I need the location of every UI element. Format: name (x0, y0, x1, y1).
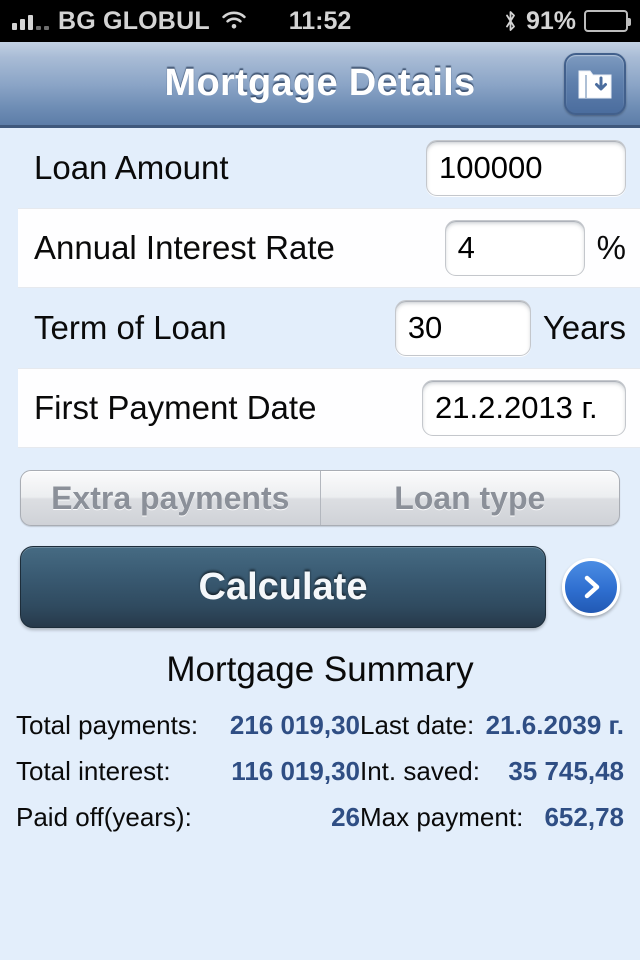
loan-amount-input[interactable]: 100000 (426, 140, 626, 196)
term-of-loan-label: Term of Loan (34, 309, 227, 346)
total-interest-value: 116 019,30 (231, 755, 360, 786)
status-bar: BG GLOBUL 11:52 91% (0, 0, 640, 42)
last-date-value: 21.6.2039 г. (485, 709, 624, 740)
paid-off-value: 26 (331, 801, 360, 832)
total-payments-value: 216 019,30 (229, 709, 360, 740)
term-of-loan-control: 30 Years (394, 300, 626, 356)
form-row-interest-rate: Annual Interest Rate 4 % (18, 208, 640, 288)
interest-saved-value: 35 745,48 (508, 755, 624, 786)
form-row-term: Term of Loan 30 Years (0, 288, 640, 368)
carrier-label: BG GLOBUL (58, 6, 210, 35)
calculate-row: Calculate (20, 546, 620, 628)
form-row-loan-amount: Loan Amount 100000 (0, 128, 640, 208)
last-date-label: Last date: (360, 709, 475, 740)
signal-bars-icon (12, 12, 49, 30)
summary-title: Mortgage Summary (166, 650, 474, 689)
summary-cell-last-date: Last date: 21.6.2039 г. (360, 710, 624, 741)
interest-rate-unit: % (596, 229, 626, 266)
battery-percent-label: 91% (525, 6, 576, 35)
summary-row: Total payments: 216 019,30 Last date: 21… (16, 702, 624, 748)
form-row-first-payment-date: First Payment Date 21.2.2013 г. (18, 368, 640, 448)
summary-cell-interest-saved: Int. saved: 35 745,48 (360, 756, 624, 787)
calculate-button[interactable]: Calculate (20, 546, 546, 628)
summary-row: Total interest: 116 019,30 Int. saved: 3… (16, 748, 624, 794)
term-of-loan-input[interactable]: 30 (394, 300, 531, 356)
loan-amount-label: Loan Amount (34, 149, 229, 186)
options-segmented-control: Extra payments Loan type (20, 470, 620, 526)
next-button[interactable] (562, 558, 620, 616)
interest-rate-input[interactable]: 4 (444, 220, 585, 276)
mortgage-form: Loan Amount 100000 Annual Interest Rate … (0, 128, 640, 448)
first-payment-date-label: First Payment Date (34, 389, 317, 426)
summary-cell-paid-off: Paid off(years): 26 (16, 802, 360, 833)
interest-rate-label: Annual Interest Rate (34, 229, 335, 266)
summary-cell-max-payment: Max payment: 652,78 (360, 802, 624, 833)
status-bar-right: 91% (503, 6, 631, 36)
max-payment-value: 652,78 (544, 801, 624, 832)
interest-saved-label: Int. saved: (360, 755, 480, 786)
summary-row: Paid off(years): 26 Max payment: 652,78 (16, 794, 624, 840)
status-bar-left: BG GLOBUL (12, 7, 247, 36)
loan-amount-control: 100000 (426, 140, 626, 196)
summary-cell-total-interest: Total interest: 116 019,30 (16, 756, 360, 787)
save-button[interactable] (564, 53, 626, 115)
first-payment-date-input[interactable]: 21.2.2013 г. (422, 380, 626, 436)
total-payments-label: Total payments: (16, 709, 199, 740)
paid-off-label: Paid off(years): (16, 801, 192, 832)
segment-loan-type[interactable]: Loan type (319, 471, 620, 525)
battery-icon (584, 10, 631, 32)
page-title: Mortgage Details (164, 62, 476, 104)
calculate-button-label: Calculate (198, 565, 368, 608)
max-payment-label: Max payment: (360, 801, 524, 832)
bluetooth-icon (503, 9, 518, 33)
nav-bar: Mortgage Details (0, 42, 640, 128)
summary-cell-total-payments: Total payments: 216 019,30 (16, 710, 360, 741)
wifi-icon (219, 11, 247, 31)
first-payment-date-control: 21.2.2013 г. (422, 380, 626, 436)
term-of-loan-unit: Years (542, 309, 626, 346)
segment-extra-payments[interactable]: Extra payments (21, 471, 320, 525)
interest-rate-control: 4 % (444, 220, 626, 276)
chevron-right-icon (578, 574, 604, 600)
folder-save-icon (575, 64, 615, 104)
summary-grid: Total payments: 216 019,30 Last date: 21… (0, 702, 640, 840)
total-interest-label: Total interest: (16, 755, 171, 786)
